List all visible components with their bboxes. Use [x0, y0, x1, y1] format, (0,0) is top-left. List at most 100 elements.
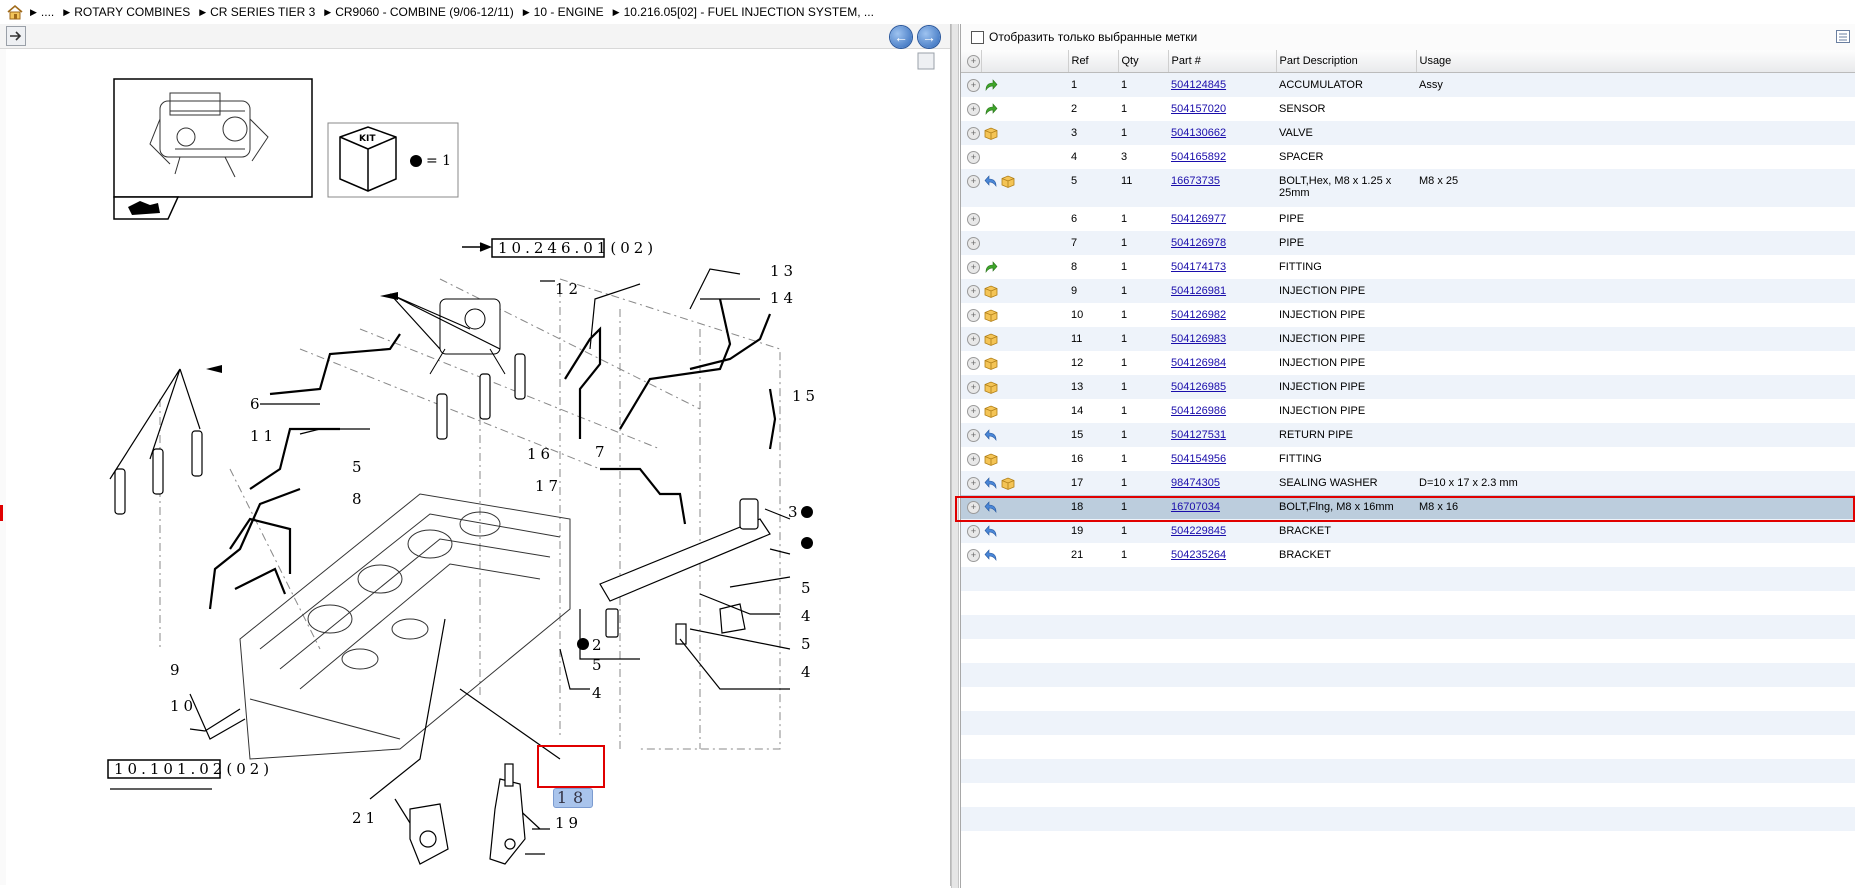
row-icons-cell[interactable] [981, 97, 1068, 121]
row-icons-cell[interactable] [981, 375, 1068, 399]
table-row[interactable]: +4 3 504165892 SPACER [961, 145, 1855, 169]
list-view-icon[interactable] [1836, 30, 1850, 43]
fullscreen-icon[interactable] [917, 52, 935, 70]
row-expand-cell[interactable]: + [961, 447, 981, 471]
part-number-link[interactable]: 16707034 [1171, 501, 1220, 513]
table-row[interactable]: +12 1 504126984 INJECTION PIPE [961, 351, 1855, 375]
row-icons-cell[interactable] [981, 207, 1068, 231]
row-expand-cell[interactable]: + [961, 375, 981, 399]
breadcrumb-item-model[interactable]: ▶ CR9060 - COMBINE (9/06-12/11) [324, 5, 513, 19]
row-icons-cell[interactable] [981, 495, 1068, 519]
panel-splitter[interactable] [951, 24, 959, 888]
row-expand-cell[interactable]: + [961, 519, 981, 543]
expand-panel-button[interactable] [6, 26, 26, 46]
row-icons-cell[interactable] [981, 543, 1068, 567]
row-expand-cell[interactable]: + [961, 145, 981, 169]
table-row[interactable]: +10 1 504126982 INJECTION PIPE [961, 303, 1855, 327]
row-expand-cell[interactable]: + [961, 303, 981, 327]
table-row[interactable]: +6 1 504126977 PIPE [961, 207, 1855, 231]
table-row[interactable]: +19 1 504229845 BRACKET [961, 519, 1855, 543]
part-number-link[interactable]: 504126984 [1171, 357, 1226, 369]
row-expand-cell[interactable]: + [961, 121, 981, 145]
row-expand-cell[interactable]: + [961, 327, 981, 351]
exploded-parts-diagram[interactable]: KIT = 1 10.246.01(02) 10.101.02(02) 13 1… [0, 49, 950, 885]
table-row[interactable]: +8 1 504174173 FITTING [961, 255, 1855, 279]
row-icons-cell[interactable] [981, 169, 1068, 207]
row-expand-cell[interactable]: + [961, 279, 981, 303]
row-icons-cell[interactable] [981, 231, 1068, 255]
row-icons-cell[interactable] [981, 145, 1068, 169]
row-expand-cell[interactable]: + [961, 543, 981, 567]
ref-header[interactable]: Ref [1068, 50, 1119, 73]
part-number-link[interactable]: 504126977 [1171, 213, 1226, 225]
part-number-link[interactable]: 504235264 [1171, 549, 1226, 561]
select-all-header[interactable]: + [961, 50, 982, 73]
part-number-link[interactable]: 504126981 [1171, 285, 1226, 297]
table-row[interactable]: +14 1 504126986 INJECTION PIPE [961, 399, 1855, 423]
table-row[interactable]: +7 1 504126978 PIPE [961, 231, 1855, 255]
breadcrumb-item-product-line[interactable]: ▶ ROTARY COMBINES [63, 5, 190, 19]
part-number-link[interactable]: 504126985 [1171, 381, 1226, 393]
row-icons-cell[interactable] [981, 121, 1068, 145]
show-selected-only-checkbox[interactable] [971, 30, 984, 44]
row-icons-cell[interactable] [981, 255, 1068, 279]
breadcrumb-item-series[interactable]: ▶ CR SERIES TIER 3 [199, 5, 315, 19]
part-number-link[interactable]: 504124845 [1171, 79, 1226, 91]
part-number-link[interactable]: 504126983 [1171, 333, 1226, 345]
part-number-link[interactable]: 504126986 [1171, 405, 1226, 417]
row-expand-cell[interactable]: + [961, 97, 981, 121]
row-icons-cell[interactable] [981, 303, 1068, 327]
table-row[interactable]: +11 1 504126983 INJECTION PIPE [961, 327, 1855, 351]
row-expand-cell[interactable]: + [961, 495, 981, 519]
part-number-link[interactable]: 98474305 [1171, 477, 1220, 489]
part-number-link[interactable]: 504229845 [1171, 525, 1226, 537]
part-number-link[interactable]: 504174173 [1171, 261, 1226, 273]
table-row[interactable]: +18 1 16707034 BOLT,Flng, M8 x 16mm M8 x 16 [961, 495, 1855, 519]
row-expand-cell[interactable]: + [961, 423, 981, 447]
breadcrumb-item-section[interactable]: ▶ 10 - ENGINE [523, 5, 604, 19]
next-button[interactable]: → [918, 26, 940, 48]
table-row[interactable]: +17 1 98474305 SEALING WASHER D=10 x 17 x 2.… [961, 471, 1855, 495]
row-expand-cell[interactable]: + [961, 231, 981, 255]
reference-box-bottom[interactable]: 10.101.02(02) [107, 759, 273, 779]
row-icons-cell[interactable] [981, 327, 1068, 351]
table-row[interactable]: +9 1 504126981 INJECTION PIPE [961, 279, 1855, 303]
row-icons-cell[interactable] [981, 279, 1068, 303]
table-row[interactable]: +5 11 16673735 BOLT,Hex, M8 x 1.25 x 25mm M8… [961, 169, 1855, 207]
part-number-link[interactable]: 504130662 [1171, 127, 1226, 139]
row-expand-cell[interactable]: + [961, 72, 981, 97]
description-header[interactable]: Part Description [1276, 50, 1417, 73]
row-expand-cell[interactable]: + [961, 207, 981, 231]
row-icons-cell[interactable] [981, 519, 1068, 543]
usage-header[interactable]: Usage [1416, 50, 1855, 73]
table-row[interactable]: +2 1 504157020 SENSOR [961, 97, 1855, 121]
row-icons-cell[interactable] [981, 72, 1068, 97]
breadcrumb-item-root[interactable]: ▶.... [30, 5, 54, 19]
part-number-link[interactable]: 504154956 [1171, 453, 1226, 465]
home-icon[interactable] [6, 4, 24, 20]
table-row[interactable]: +16 1 504154956 FITTING [961, 447, 1855, 471]
part-number-link[interactable]: 504126982 [1171, 309, 1226, 321]
part-number-header[interactable]: Part # [1168, 50, 1277, 73]
row-icons-cell[interactable] [981, 471, 1068, 495]
row-expand-cell[interactable]: + [961, 169, 981, 207]
row-icons-cell[interactable] [981, 423, 1068, 447]
row-expand-cell[interactable]: + [961, 399, 981, 423]
previous-button[interactable]: ← [890, 26, 912, 48]
row-expand-cell[interactable]: + [961, 471, 981, 495]
part-number-link[interactable]: 504126978 [1171, 237, 1226, 249]
part-number-link[interactable]: 504157020 [1171, 103, 1226, 115]
table-row[interactable]: +13 1 504126985 INJECTION PIPE [961, 375, 1855, 399]
table-row[interactable]: +21 1 504235264 BRACKET [961, 543, 1855, 567]
engine-thumbnail[interactable] [113, 78, 313, 220]
row-icons-cell[interactable] [981, 351, 1068, 375]
row-icons-cell[interactable] [981, 447, 1068, 471]
part-number-link[interactable]: 504127531 [1171, 429, 1226, 441]
table-row[interactable]: +3 1 504130662 VALVE [961, 121, 1855, 145]
table-row[interactable]: +1 1 504124845 ACCUMULATOR Assy [961, 72, 1855, 97]
reference-box-top[interactable]: 10.246.01(02) [462, 238, 657, 258]
qty-header[interactable]: Qty [1118, 50, 1169, 73]
part-number-link[interactable]: 16673735 [1171, 175, 1220, 187]
breadcrumb-item-current[interactable]: ▶ 10.216.05[02] - FUEL INJECTION SYSTEM, … [613, 5, 874, 19]
callout-18-highlight[interactable]: 18 [553, 788, 593, 808]
